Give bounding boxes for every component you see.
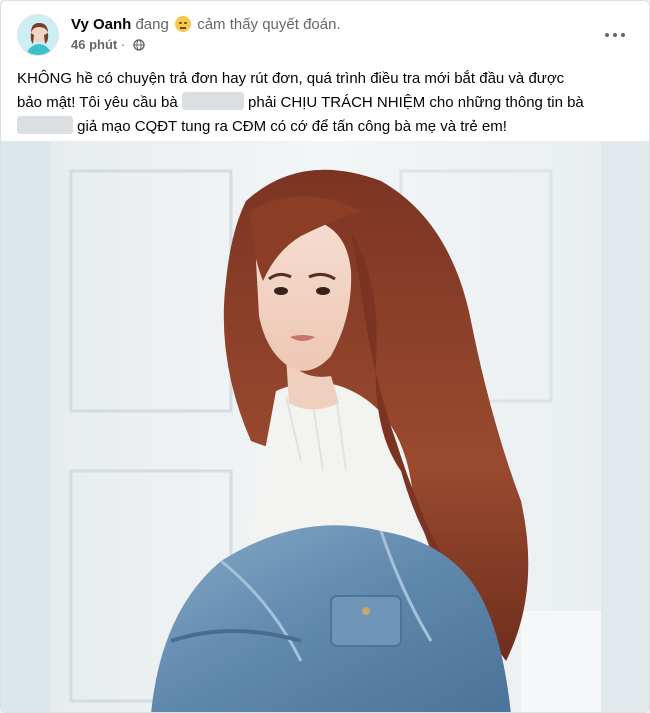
post-header: Vy Oanh đang cảm thấy quyết đoán. 46 phú… [17, 13, 633, 57]
post-text-line-1: KHÔNG hề có chuyện trả đơn hay rút đơn, … [17, 70, 565, 87]
author-line: Vy Oanh đang cảm thấy quyết đoán. [71, 15, 341, 35]
post-text-line-2-start: bảo mật! Tôi yêu cầu bà [17, 94, 178, 111]
meta-separator: · [120, 37, 129, 52]
post-card: Vy Oanh đang cảm thấy quyết đoán. 46 phú… [0, 0, 650, 713]
feeling-prefix: đang [135, 16, 169, 33]
post-text-line-2-end: phải CHỊU TRÁCH NHIỆM cho những thông ti… [248, 94, 584, 111]
post-meta: 46 phút · [71, 37, 145, 55]
more-options-icon[interactable] [597, 17, 633, 53]
post-text: KHÔNG hề có chuyện trả đơn hay rút đơn, … [17, 67, 637, 139]
post-text-line-3: giả mạo CQĐT tung ra CĐM có cớ để tấn cô… [17, 115, 637, 139]
post-timestamp[interactable]: 46 phút [71, 37, 117, 52]
redacted-name [17, 116, 73, 134]
smiling-face-emoji-icon [175, 16, 192, 32]
post-photo-image [1, 141, 649, 712]
globe-icon[interactable] [133, 39, 145, 55]
author-name[interactable]: Vy Oanh [71, 16, 131, 33]
post-text-line-2: bảo mật! Tôi yêu cầu bà phải CHỊU TRÁCH … [17, 91, 637, 115]
author-avatar[interactable] [17, 14, 59, 56]
post-photo[interactable] [1, 141, 649, 712]
redacted-name [181, 92, 244, 110]
post-text-line-3-text: giả mạo CQĐT tung ra CĐM có cớ để tấn cô… [77, 118, 507, 135]
feeling-text: cảm thấy quyết đoán. [197, 16, 341, 33]
